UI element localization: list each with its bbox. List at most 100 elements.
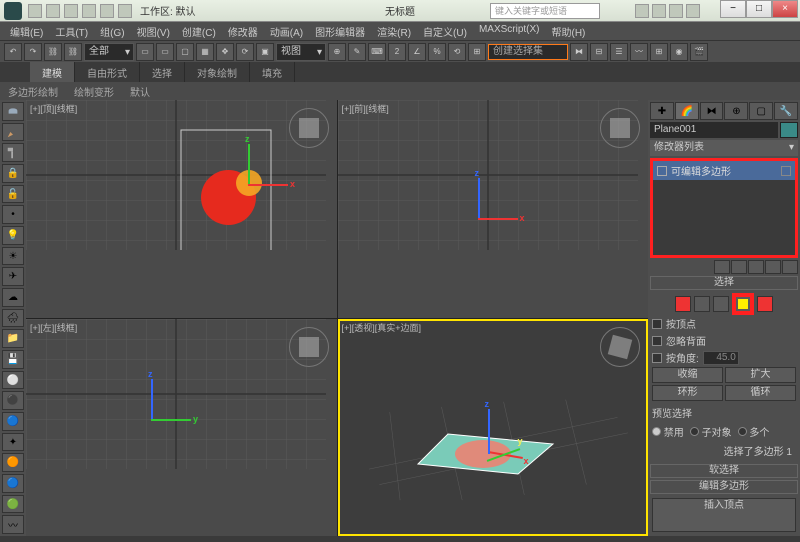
redo-icon[interactable]: ↷ [24,43,42,61]
world-axis-icon[interactable]: ⊞ [468,43,486,61]
cmd-tab-motion[interactable]: ⊕ [724,102,748,120]
render-setup-icon[interactable]: 🎬 [690,43,708,61]
ribbon-paint-deform[interactable]: 绘制变形 [66,82,122,100]
viewport-front[interactable]: [+][前][线框] x z [338,100,649,318]
viewport-left[interactable]: [+][左][线框] y z [26,319,337,537]
tab-populate[interactable]: 填充 [250,62,295,82]
snap-spinner-icon[interactable]: ⟲ [448,43,466,61]
modifier-toggle-icon[interactable] [781,166,791,176]
insert-vertex-button[interactable]: 插入顶点 [652,498,796,532]
ignore-back-checkbox[interactable] [652,336,662,346]
material-icon[interactable]: ◉ [670,43,688,61]
qat-new-icon[interactable] [28,4,42,18]
qat-save-icon[interactable] [64,4,78,18]
menu-group[interactable]: 组(G) [94,22,130,40]
teapot-icon[interactable] [2,102,24,121]
remove-mod-icon[interactable] [765,260,781,274]
ball2-icon[interactable]: ⚫ [2,391,24,410]
viewport-front-label[interactable]: [+][前][线框] [342,102,389,115]
modifier-stack[interactable]: 可编辑多边形 [650,158,798,258]
pin-stack-icon[interactable] [714,260,730,274]
curve-editor-icon[interactable]: 〰 [630,43,648,61]
maximize-button[interactable]: □ [746,0,772,18]
close-button[interactable]: × [772,0,798,18]
sphere-orange-icon[interactable]: 🟠 [2,453,24,472]
cmd-tab-display[interactable]: ▢ [749,102,773,120]
layers-icon[interactable]: ☰ [610,43,628,61]
folder-icon[interactable]: 📁 [2,329,24,348]
snap-2d-icon[interactable]: 2 [388,43,406,61]
by-vertex-checkbox[interactable] [652,319,662,329]
star-icon[interactable] [686,4,700,18]
tab-freeform[interactable]: 自由形式 [75,62,140,82]
sphere-blue-icon[interactable]: 🔵 [2,474,24,493]
selection-filter-dropdown[interactable]: 全部 [84,43,134,61]
ball3-icon[interactable]: 🔵 [2,412,24,431]
by-angle-checkbox[interactable] [652,353,662,363]
help-icon[interactable] [652,4,666,18]
snap-percent-icon[interactable]: % [428,43,446,61]
object-name-field[interactable]: Plane001 [650,122,778,138]
select-name-icon[interactable]: ▭ [156,43,174,61]
modifier-list-dropdown[interactable]: 修改器列表 [650,140,798,156]
menu-edit[interactable]: 编辑(E) [4,22,49,40]
cmd-tab-hierarchy[interactable]: ⧓ [700,102,724,120]
sun-icon[interactable]: ☀ [2,247,24,266]
move-icon[interactable]: ✥ [216,43,234,61]
menu-graph-editor[interactable]: 图形编辑器 [309,22,371,40]
subobj-element[interactable] [757,296,773,312]
scale-icon[interactable]: ▣ [256,43,274,61]
lock-icon[interactable]: 🔒 [2,164,24,183]
link-icon[interactable]: ⛓ [44,43,62,61]
rain-icon[interactable]: 🌧 [2,309,24,328]
qat-link-icon[interactable] [118,4,132,18]
cmd-tab-utilities[interactable]: 🔧 [774,102,798,120]
viewcube-top[interactable] [289,108,329,148]
window-crossing-icon[interactable]: ▦ [196,43,214,61]
viewport-persp-label[interactable]: [+][透视][真实+边面] [342,321,422,334]
subobj-vertex[interactable] [675,296,691,312]
star-icon[interactable]: ✦ [2,433,24,452]
preview-multi-radio[interactable] [738,427,747,436]
menu-animation[interactable]: 动画(A) [264,22,309,40]
expand-icon[interactable] [657,166,667,176]
subobj-edge[interactable] [694,296,710,312]
info-icon[interactable] [669,4,683,18]
undo-icon[interactable]: ↶ [4,43,22,61]
ribbon-poly-draw[interactable]: 多边形绘制 [0,82,66,100]
cmd-tab-modify[interactable]: 🌈 [675,102,699,120]
plane-icon[interactable]: ✈ [2,267,24,286]
sphere-green-icon[interactable]: 🟢 [2,495,24,514]
tab-object-paint[interactable]: 对象绘制 [185,62,250,82]
subobj-border[interactable] [713,296,729,312]
menu-help[interactable]: 帮助(H) [546,22,592,40]
rotate-icon[interactable]: ⟳ [236,43,254,61]
unlink-icon[interactable]: ⛓ [64,43,82,61]
ring-button[interactable]: 环形 [652,385,723,401]
menu-maxscript[interactable]: MAXScript(X) [473,22,546,40]
app-icon[interactable] [4,2,22,20]
pivot-icon[interactable]: ⊕ [328,43,346,61]
schematic-icon[interactable]: ⊞ [650,43,668,61]
menu-tools[interactable]: 工具(T) [49,22,94,40]
viewport-left-label[interactable]: [+][左][线框] [30,321,77,334]
rollout-soft-selection[interactable]: 软选择 [650,464,798,478]
search-input[interactable]: 键入关键字或短语 [490,3,600,19]
viewcube-front[interactable] [600,108,640,148]
menu-view[interactable]: 视图(V) [131,22,176,40]
ribbon-default[interactable]: 默认 [122,82,158,100]
signin-icon[interactable] [635,4,649,18]
wave-icon[interactable]: 〰 [2,515,24,534]
tab-modeling[interactable]: 建模 [30,62,75,82]
light-icon[interactable]: 💡 [2,226,24,245]
snap-angle-icon[interactable]: ∠ [408,43,426,61]
keyboard-shortcut-icon[interactable]: ⌨ [368,43,386,61]
viewcube-persp[interactable] [600,327,640,367]
viewcube-left[interactable] [289,327,329,367]
dot-icon[interactable]: • [2,205,24,224]
cloud-icon[interactable]: ☁ [2,288,24,307]
brush-icon[interactable] [2,123,24,142]
qat-open-icon[interactable] [46,4,60,18]
minimize-button[interactable]: − [720,0,746,18]
ref-coord-dropdown[interactable]: 视图 [276,43,326,61]
